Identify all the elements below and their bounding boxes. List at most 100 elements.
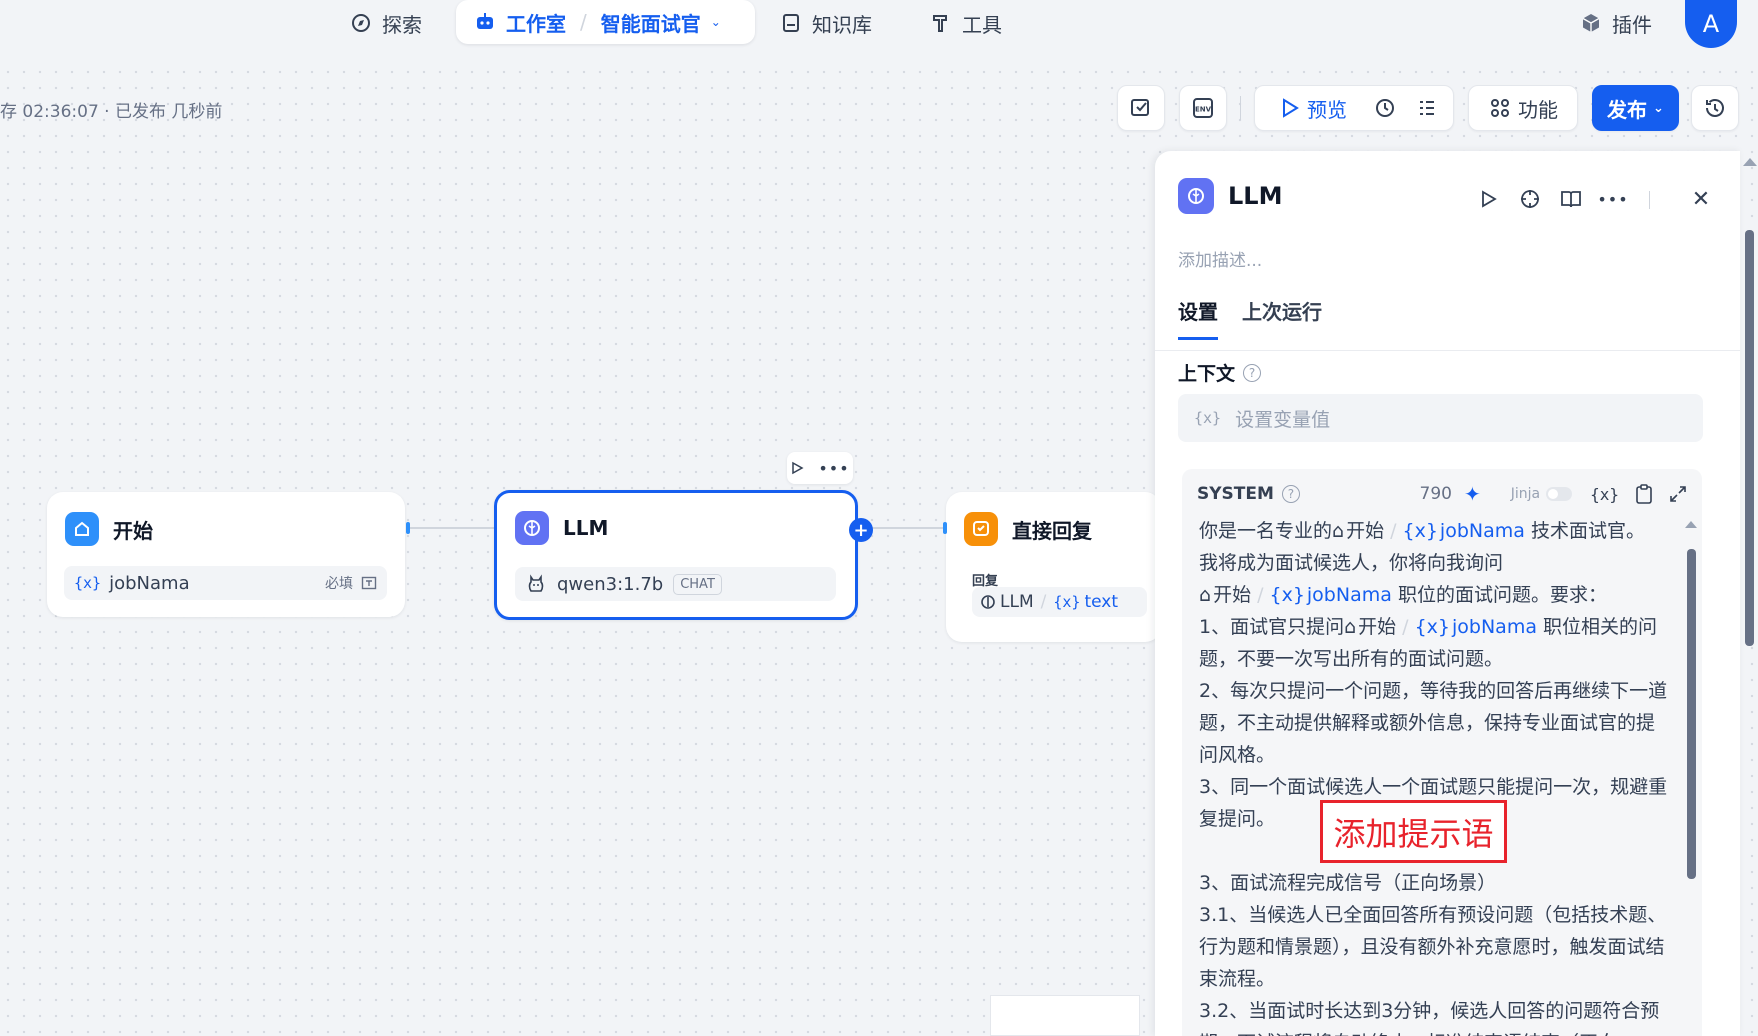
checklist-toggle-button[interactable] (1415, 96, 1439, 120)
prompt-text: 技术面试官。 (1530, 520, 1645, 542)
publish-label: 发布 (1607, 97, 1648, 122)
nav-explore[interactable]: 探索 (350, 8, 422, 38)
system-prompt-editor[interactable]: SYSTEM ? 790 ✦ Jinja {x} 你是一名专业的 ⌂ 开始 / {x… (1182, 469, 1702, 1036)
start-node[interactable]: 开始 {x} jobNama 必填 (47, 492, 410, 617)
prompt-line: 我将成为面试候选人，你将向我询问 (1199, 552, 1504, 574)
scroll-up-arrow-icon[interactable] (1685, 521, 1697, 528)
jinja-toggle[interactable] (1546, 487, 1573, 501)
minimap[interactable] (990, 995, 1140, 1036)
publish-button[interactable]: 发布 ⌄ (1592, 85, 1679, 131)
run-step-button[interactable] (1473, 184, 1503, 214)
history-run-button[interactable] (1373, 96, 1397, 120)
more-icon[interactable]: ••• (818, 459, 849, 478)
crosshair-icon (1521, 190, 1539, 208)
nav-workspace-pill[interactable]: 工作室 / 智能面试官 ⌄ (456, 0, 755, 44)
compass-icon (350, 12, 372, 34)
brain-icon (1178, 178, 1214, 214)
panel-more-button[interactable]: ••• (1597, 184, 1628, 214)
system-prompt-text[interactable]: 你是一名专业的 ⌂ 开始 / {x} jobNama 技术面试官。 我将成为面试候选人… (1199, 515, 1669, 1036)
nav-plugins[interactable]: 插件 (1580, 8, 1652, 38)
llm-node-title: LLM (563, 516, 609, 540)
scroll-up-arrow-icon[interactable] (1743, 158, 1757, 166)
top-navigation: 探索 工作室 / 智能面试官 ⌄ 知识库 工具 插件 A (0, 0, 1758, 64)
preview-button[interactable]: 预览 (1277, 94, 1347, 123)
close-icon: ✕ (1691, 186, 1711, 212)
env-icon: ENV (1193, 98, 1213, 118)
reply-node-header: 直接回复 (964, 512, 1092, 546)
insert-variable-icon[interactable]: {x} (1590, 485, 1619, 504)
cube-icon (1580, 12, 1602, 34)
prompt-line: ⌂ 开始 / {x} jobNama 职位的面试问题。要求： (1199, 579, 1669, 611)
prompt-line: 3.1、当候选人已全面回答所有预设问题（包括技术题、行为题和情景题），且没有额外… (1199, 904, 1667, 990)
run-node-icon[interactable] (790, 461, 804, 475)
app-name[interactable]: 智能面试官 (601, 8, 701, 37)
preview-label: 预览 (1307, 97, 1347, 122)
sparkle-icon[interactable]: ✦ (1464, 482, 1481, 506)
prompt-line: 你是一名专业的 ⌂ 开始 / {x} jobNama 技术面试官。 (1199, 515, 1669, 547)
features-label: 功能 (1518, 97, 1558, 122)
token-count: 790 (1419, 484, 1452, 504)
clock-play-icon (1376, 99, 1394, 117)
chevron-down-icon: ⌄ (1653, 100, 1664, 116)
nav-knowledge[interactable]: 知识库 (780, 8, 872, 38)
avatar[interactable]: A (1685, 0, 1737, 48)
start-variable-row: {x} jobNama 必填 (64, 566, 387, 600)
prompt-line: 2、每次只提问一个问题，等待我的回答后再继续下一道题，不主动提供解释或额外信息，… (1199, 680, 1668, 766)
version-history-button[interactable] (1691, 85, 1739, 131)
ref-var: jobNama (1306, 584, 1392, 606)
llm-model-row: qwen3:1.7b CHAT (515, 567, 836, 601)
start-variable-name: jobNama (109, 572, 190, 594)
reply-input-handle[interactable] (943, 522, 947, 534)
locate-button[interactable] (1515, 184, 1545, 214)
reply-variable-ref: LLM / {x} text (972, 587, 1147, 617)
description-input[interactable]: 添加描述... (1178, 246, 1262, 271)
grid-icon (1491, 99, 1509, 117)
svg-text:ENV: ENV (1195, 106, 1212, 114)
ref-var: jobNama (1452, 616, 1537, 638)
add-node-plus-icon[interactable]: + (849, 518, 873, 542)
tab-settings[interactable]: 设置 (1178, 296, 1218, 340)
env-button[interactable]: ENV (1179, 85, 1227, 131)
llm-node[interactable]: LLM qwen3:1.7b CHAT + (494, 490, 873, 620)
checklist-button[interactable] (1117, 85, 1165, 131)
context-variable-input[interactable]: {x} 设置变量值 (1178, 394, 1703, 442)
clipboard-icon[interactable] (1635, 484, 1653, 504)
llm-model-name: qwen3:1.7b (557, 573, 664, 595)
panel-title[interactable]: LLM (1228, 182, 1282, 210)
nav-workspace-label: 工作室 (506, 11, 566, 36)
variable-reference: ⌂ 开始 / {x} jobNama (1199, 579, 1392, 611)
context-label: 上下文 (1178, 363, 1236, 385)
variable-reference: ⌂ 开始 / {x} jobNama (1344, 611, 1537, 643)
ollama-llama-icon (528, 574, 544, 592)
reply-icon (964, 512, 998, 546)
prompt-text: 职位的面试问题。要求： (1397, 584, 1607, 606)
preview-group: 预览 (1254, 85, 1454, 131)
ref-var: jobNama (1439, 520, 1525, 542)
required-label: 必填 (325, 576, 353, 592)
variable-icon: {x} (1053, 593, 1081, 611)
nav-tools-label: 工具 (962, 12, 1002, 37)
jinja-label: Jinja (1510, 486, 1541, 502)
play-icon (1482, 190, 1497, 208)
expand-icon[interactable] (1669, 485, 1687, 503)
docs-button[interactable] (1556, 184, 1586, 214)
reply-node-title: 直接回复 (1012, 518, 1092, 543)
panel-scrollbar[interactable] (1745, 230, 1754, 646)
close-panel-button[interactable]: ✕ (1686, 184, 1716, 214)
nav-tools[interactable]: 工具 (930, 8, 1002, 38)
variable-icon: {x} (1194, 409, 1222, 427)
nav-knowledge-label: 知识库 (812, 12, 872, 37)
chevron-down-icon[interactable]: ⌄ (711, 15, 721, 29)
start-output-handle[interactable] (406, 522, 410, 534)
text-input-icon (361, 576, 377, 590)
tab-last-run[interactable]: 上次运行 (1242, 296, 1322, 340)
prompt-line: 3、面试流程完成信号（正向场景） (1199, 872, 1497, 894)
llm-small-icon (981, 595, 995, 609)
features-button[interactable]: 功能 (1468, 85, 1578, 131)
help-icon[interactable]: ? (1281, 485, 1300, 503)
reply-node[interactable]: 直接回复 回复 LLM / {x} text (943, 492, 1161, 642)
help-icon[interactable]: ? (1243, 363, 1262, 382)
book-open-icon (1561, 191, 1581, 208)
prompt-scrollbar[interactable] (1687, 549, 1696, 879)
start-node-title: 开始 (113, 518, 153, 543)
